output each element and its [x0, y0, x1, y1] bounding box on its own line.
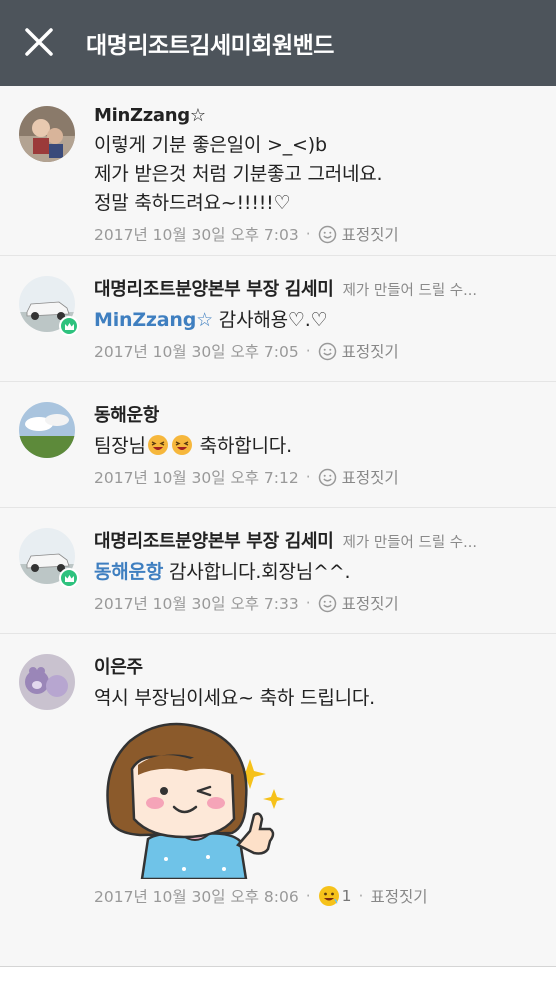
- author-name[interactable]: 동해운항: [94, 401, 159, 427]
- author-name[interactable]: MinZzang☆: [94, 105, 206, 126]
- comment-meta: 2017년 10월 30일 오후 7:03 · 표정짓기: [94, 223, 548, 245]
- laughing-emoji-icon: [147, 434, 169, 456]
- comment-item: 대명리조트분양본부 부장 김세미 제가 만들어 드릴 수... MinZzang…: [0, 256, 556, 382]
- comment-body: 팀장님: [94, 435, 146, 457]
- close-icon[interactable]: [22, 25, 56, 59]
- laughing-emoji-icon: [171, 434, 193, 456]
- comment-item: 이은주 역시 부장님이세요~ 축하 드립니다. 2017년 10월 30일 오후…: [0, 634, 556, 956]
- timestamp: 2017년 10월 30일 오후 7:03: [94, 226, 299, 244]
- comment-meta: 2017년 10월 30일 오후 7:33 · 표정짓기: [94, 592, 548, 614]
- mention-link[interactable]: MinZzang☆: [94, 309, 213, 331]
- comment-meta: 2017년 10월 30일 오후 8:06 · 1 · 표정짓기: [94, 885, 548, 907]
- separator-dot: ·: [305, 468, 311, 486]
- author-role: 제가 만들어 드릴 수...: [342, 535, 477, 551]
- comment-line: 이렇게 기분 좋은일이 >_<)b: [94, 134, 327, 156]
- comment-item: 동해운항 팀장님 축하합니다. 2017년 10월 30일 오후 7:12 · …: [0, 382, 556, 508]
- timestamp: 2017년 10월 30일 오후 7:05: [94, 343, 299, 361]
- comment-body: 축하합니다.: [193, 435, 292, 457]
- separator-dot: ·: [305, 342, 311, 360]
- comment-body: 감사합니다.회장님^^.: [163, 561, 351, 583]
- avatar[interactable]: [19, 106, 75, 162]
- comment-body: 감사해용♡.♡: [212, 309, 328, 331]
- mention-link[interactable]: 동해운항: [94, 561, 163, 583]
- author-role: 제가 만들어 드릴 수...: [342, 283, 477, 299]
- separator-dot: ·: [305, 594, 311, 612]
- comment-line: 정말 축하드려요~!!!!!♡: [94, 192, 291, 214]
- author-name[interactable]: 대명리조트분양본부 부장 김세미: [94, 275, 334, 301]
- smile-icon[interactable]: [318, 594, 337, 613]
- smile-icon[interactable]: [318, 342, 337, 361]
- top-bar: 대명리조트김세미회원밴드: [0, 0, 556, 86]
- leader-badge-icon: [59, 316, 79, 336]
- comment-meta: 2017년 10월 30일 오후 7:12 · 표정짓기: [94, 466, 548, 488]
- avatar[interactable]: [19, 654, 75, 710]
- comment-text: 동해운항 감사합니다.회장님^^.: [94, 558, 548, 587]
- band-title: 대명리조트김세미회원밴드: [86, 33, 334, 59]
- react-button[interactable]: 표정짓기: [342, 592, 399, 614]
- reaction-count[interactable]: 1: [342, 887, 352, 905]
- comment-text: MinZzang☆ 감사해용♡.♡: [94, 306, 548, 335]
- grin-emoji-icon[interactable]: [318, 885, 340, 907]
- author-name[interactable]: 이은주: [94, 653, 143, 679]
- react-button[interactable]: 표정짓기: [342, 223, 399, 245]
- comment-item: 대명리조트분양본부 부장 김세미 제가 만들어 드릴 수... 동해운항 감사합…: [0, 508, 556, 634]
- separator-dot: ·: [305, 225, 311, 243]
- comment-line: 제가 받은것 처럼 기분좋고 그러네요.: [94, 163, 383, 185]
- timestamp: 2017년 10월 30일 오후 7:33: [94, 595, 299, 613]
- react-button[interactable]: 표정짓기: [342, 340, 399, 362]
- timestamp: 2017년 10월 30일 오후 8:06: [94, 888, 299, 906]
- comment-list: MinZzang☆ 이렇게 기분 좋은일이 >_<)b 제가 받은것 처럼 기분…: [0, 86, 556, 956]
- avatar[interactable]: [19, 402, 75, 458]
- separator-dot: ·: [305, 887, 311, 905]
- smile-icon[interactable]: [318, 468, 337, 487]
- comment-meta: 2017년 10월 30일 오후 7:05 · 표정짓기: [94, 340, 548, 362]
- react-button[interactable]: 표정짓기: [342, 466, 399, 488]
- leader-badge-icon: [59, 568, 79, 588]
- separator-dot: ·: [358, 887, 364, 905]
- comment-text: 이렇게 기분 좋은일이 >_<)b 제가 받은것 처럼 기분좋고 그러네요. 정…: [94, 131, 548, 218]
- comment-item: MinZzang☆ 이렇게 기분 좋은일이 >_<)b 제가 받은것 처럼 기분…: [0, 86, 556, 256]
- comment-input-bar[interactable]: [0, 966, 556, 988]
- timestamp: 2017년 10월 30일 오후 7:12: [94, 469, 299, 487]
- smile-icon[interactable]: [318, 225, 337, 244]
- react-button[interactable]: 표정짓기: [370, 885, 427, 907]
- sticker-image[interactable]: [100, 719, 290, 881]
- comment-text: 팀장님 축하합니다.: [94, 432, 548, 461]
- author-name[interactable]: 대명리조트분양본부 부장 김세미: [94, 527, 334, 553]
- comment-text: 역시 부장님이세요~ 축하 드립니다.: [94, 687, 375, 709]
